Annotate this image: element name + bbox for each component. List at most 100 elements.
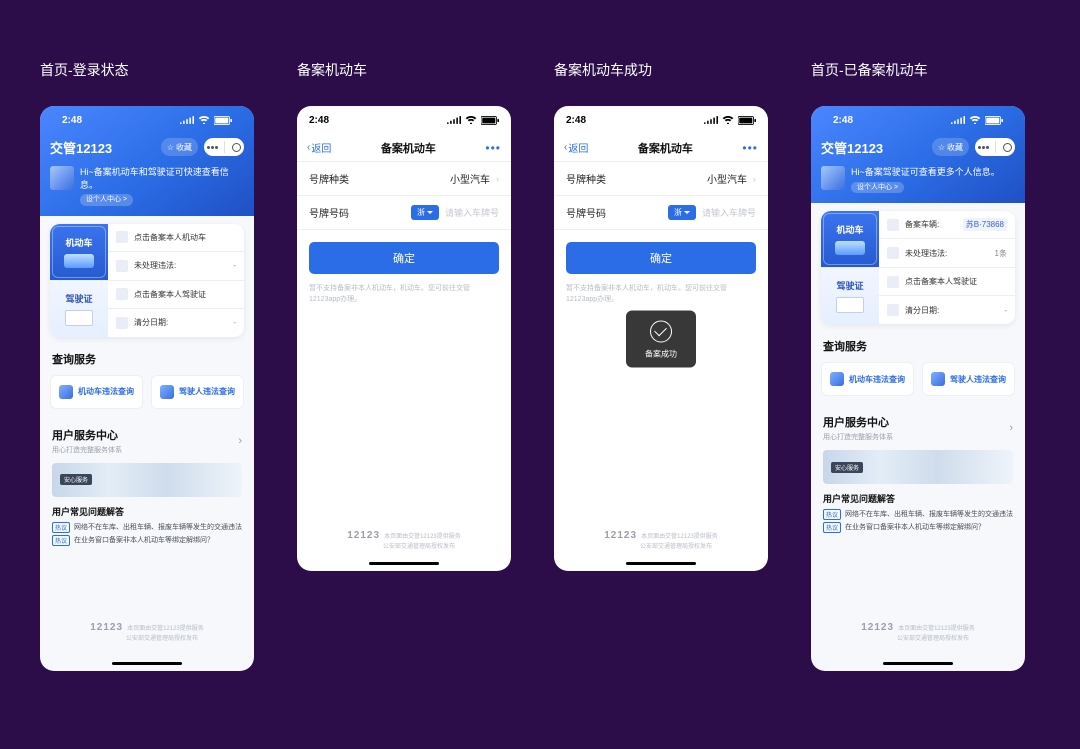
faq-item[interactable]: 热议在业务窗口备案非本人机动车等绑定解绑问？ bbox=[823, 522, 1013, 533]
footer: 12123本页面由交管12123提供服务 公安部交通管理局授权发布 bbox=[40, 621, 254, 643]
avatar bbox=[50, 166, 74, 190]
car-icon bbox=[835, 241, 865, 255]
more-icon[interactable] bbox=[207, 146, 218, 149]
list-mini-icon bbox=[887, 247, 899, 259]
status-bar: 2:48 bbox=[554, 106, 768, 134]
section-query-title: 查询服务 bbox=[52, 351, 242, 367]
wifi-icon bbox=[197, 116, 211, 124]
province-selector[interactable]: 浙 bbox=[411, 205, 439, 220]
query-vehicle-violations[interactable]: 机动车违法查询 bbox=[50, 375, 143, 409]
service-banner[interactable]: 安心服务 bbox=[52, 463, 242, 497]
home-indicator bbox=[112, 662, 182, 665]
banner-tag: 安心服务 bbox=[60, 474, 92, 485]
calendar-mini-icon bbox=[116, 317, 128, 329]
faq-item[interactable]: 热议在业务窗口备案非本人机动车等绑定解绑问？ bbox=[52, 535, 242, 546]
wifi-icon bbox=[968, 116, 982, 124]
row-pending-violations[interactable]: 未处理违法: - bbox=[108, 252, 244, 280]
battery-icon bbox=[985, 116, 1003, 125]
signal-icon bbox=[704, 116, 718, 124]
close-miniprogram-icon[interactable] bbox=[1003, 143, 1012, 152]
app-title: 交管12123 bbox=[50, 138, 112, 157]
row-plate-number[interactable]: 号牌号码 浙 请输入车牌号 bbox=[554, 196, 768, 230]
row-register-vehicle[interactable]: 点击备案本人机动车 bbox=[108, 224, 244, 252]
id-mini-icon bbox=[887, 276, 899, 288]
banner-tag: 安心服务 bbox=[831, 462, 863, 473]
profile-link[interactable]: 设个人中心 > bbox=[80, 194, 133, 206]
calendar-mini-icon bbox=[887, 304, 899, 316]
status-time: 2:48 bbox=[62, 115, 82, 126]
signal-icon bbox=[951, 116, 965, 124]
tab-license[interactable]: 驾驶证 bbox=[821, 268, 879, 324]
query-driver-violations[interactable]: 驾驶人违法查询 bbox=[151, 375, 244, 409]
status-bar: 2:48 bbox=[50, 106, 244, 134]
greeting-text: Hi~备案机动车和驾驶证可快速查看信息。 bbox=[80, 166, 244, 191]
tab-license[interactable]: 驾驶证 bbox=[50, 281, 108, 337]
back-button[interactable]: ‹ 返回 bbox=[307, 140, 331, 155]
service-center-row[interactable]: 用户服务中心 用心打造完整服务体系 › bbox=[823, 414, 1013, 442]
license-icon bbox=[65, 310, 93, 326]
service-center-sub: 用心打造完整服务体系 bbox=[823, 432, 893, 442]
section-query-title: 查询服务 bbox=[823, 338, 1013, 354]
plate-input[interactable]: 请输入车牌号 bbox=[445, 206, 499, 219]
service-center-title: 用户服务中心 bbox=[823, 414, 893, 430]
driver-query-icon bbox=[931, 372, 945, 386]
tab-vehicle[interactable]: 机动车 bbox=[821, 211, 879, 267]
vehicle-license-card: 机动车 点击备案本人机动车 未处理违法: - bbox=[50, 224, 244, 337]
row-registered-vehicle[interactable]: 备案车辆: 苏B·73868 bbox=[879, 211, 1015, 239]
row-pending-violations[interactable]: 未处理违法: 1条 bbox=[879, 239, 1015, 267]
profile-link[interactable]: 设个人中心 > bbox=[851, 182, 904, 194]
faq-item[interactable]: 热议网络不在车库、出租车辆、报废车辆等发生的交通违法… bbox=[823, 509, 1013, 520]
plate-input[interactable]: 请输入车牌号 bbox=[702, 206, 756, 219]
row-clear-date[interactable]: 清分日期: - bbox=[879, 296, 1015, 324]
row-plate-number[interactable]: 号牌号码 浙 请输入车牌号 bbox=[297, 196, 511, 230]
query-driver-violations[interactable]: 驾驶人违法查询 bbox=[922, 362, 1015, 396]
home-indicator bbox=[626, 562, 696, 565]
row-plate-type[interactable]: 号牌种类 小型汽车› bbox=[297, 162, 511, 196]
row-clear-date[interactable]: 清分日期: - bbox=[108, 309, 244, 337]
favorite-button[interactable]: ☆ 收藏 bbox=[161, 138, 198, 156]
vehicle-license-card: 机动车 备案车辆: 苏B·73868 未处理违法: 1条 bbox=[821, 211, 1015, 324]
status-time: 2:48 bbox=[309, 115, 329, 126]
service-center-sub: 用心打造完整服务体系 bbox=[52, 445, 122, 455]
screen-home-registered: 2:48 交管12123 ☆ 收藏 bbox=[811, 106, 1025, 671]
signal-icon bbox=[180, 116, 194, 124]
province-selector[interactable]: 浙 bbox=[668, 205, 696, 220]
toast-text: 备案成功 bbox=[645, 348, 677, 359]
service-banner[interactable]: 安心服务 bbox=[823, 450, 1013, 484]
submit-button[interactable]: 确定 bbox=[566, 242, 756, 274]
miniprogram-capsule[interactable] bbox=[204, 138, 244, 156]
miniprogram-capsule[interactable] bbox=[975, 138, 1015, 156]
footer: 12123本页面由交管12123提供服务 公安部交通管理局授权发布 bbox=[297, 529, 511, 551]
column-title: 首页-登录状态 bbox=[40, 60, 267, 80]
more-button[interactable]: ••• bbox=[485, 141, 501, 155]
list-mini-icon bbox=[116, 260, 128, 272]
row-register-license[interactable]: 点击备案本人驾驶证 bbox=[108, 281, 244, 309]
close-miniprogram-icon[interactable] bbox=[232, 143, 241, 152]
row-register-license[interactable]: 点击备案本人驾驶证 bbox=[879, 268, 1015, 296]
more-icon[interactable] bbox=[978, 146, 989, 149]
faq-item[interactable]: 热议网络不在车库、出租车辆、报废车辆等发生的交通违法… bbox=[52, 522, 242, 533]
id-mini-icon bbox=[116, 288, 128, 300]
home-indicator bbox=[369, 562, 439, 565]
back-button[interactable]: ‹ 返回 bbox=[564, 140, 588, 155]
row-plate-type[interactable]: 号牌种类 小型汽车› bbox=[554, 162, 768, 196]
favorite-button[interactable]: ☆ 收藏 bbox=[932, 138, 969, 156]
check-circle-icon bbox=[650, 320, 672, 342]
wifi-icon bbox=[721, 116, 735, 124]
car-mini-icon bbox=[116, 231, 128, 243]
chevron-right-icon: › bbox=[496, 174, 499, 184]
car-query-icon bbox=[830, 372, 844, 386]
more-button[interactable]: ••• bbox=[742, 141, 758, 155]
tab-vehicle[interactable]: 机动车 bbox=[50, 224, 108, 280]
column-title: 备案机动车成功 bbox=[554, 60, 781, 80]
car-mini-icon bbox=[887, 219, 899, 231]
service-center-row[interactable]: 用户服务中心 用心打造完整服务体系 › bbox=[52, 427, 242, 455]
submit-button[interactable]: 确定 bbox=[309, 242, 499, 274]
app-title: 交管12123 bbox=[821, 138, 883, 157]
query-vehicle-violations[interactable]: 机动车违法查询 bbox=[821, 362, 914, 396]
battery-icon bbox=[481, 116, 499, 125]
avatar bbox=[821, 166, 845, 190]
service-center-title: 用户服务中心 bbox=[52, 427, 122, 443]
faq-title: 用户常见问题解答 bbox=[52, 505, 242, 518]
nav-title: 备案机动车 bbox=[638, 140, 693, 156]
